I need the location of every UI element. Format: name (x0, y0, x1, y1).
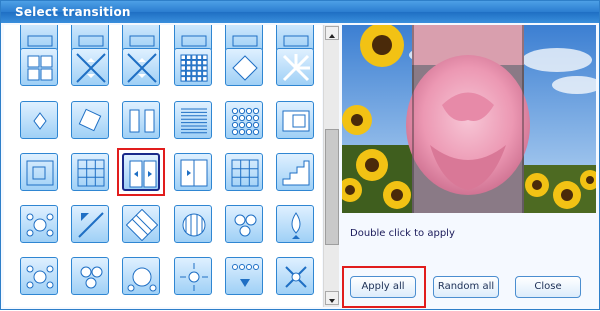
transition-tile[interactable] (225, 101, 263, 139)
transition-tile[interactable] (122, 257, 160, 295)
transition-tile[interactable] (20, 205, 58, 243)
transition-tile[interactable] (276, 205, 314, 243)
random-all-button[interactable]: Random all (433, 276, 499, 298)
transition-tile[interactable] (276, 48, 314, 86)
transition-tile[interactable] (71, 205, 109, 243)
arrow-up-icon (329, 34, 335, 38)
apply-all-highlight (342, 266, 426, 308)
transition-preview[interactable] (342, 25, 596, 213)
transition-tile[interactable] (225, 205, 263, 243)
transition-tile[interactable] (174, 205, 212, 243)
transition-tile[interactable] (71, 257, 109, 295)
transition-tile[interactable] (276, 153, 314, 191)
select-transition-dialog: Select transition Double click to apply … (0, 0, 600, 310)
transition-tile[interactable] (122, 205, 160, 243)
scroll-thumb[interactable] (325, 129, 339, 245)
transition-tile[interactable] (122, 101, 160, 139)
scroll-down-button[interactable] (325, 291, 339, 305)
transition-tile[interactable] (71, 101, 109, 139)
transition-tile[interactable] (20, 257, 58, 295)
close-button[interactable]: Close (515, 276, 581, 298)
transition-tile[interactable] (174, 257, 212, 295)
transition-tile[interactable] (225, 153, 263, 191)
selected-tile-highlight (117, 148, 165, 196)
scroll-up-button[interactable] (325, 26, 339, 40)
transition-tile[interactable] (174, 153, 212, 191)
transition-tile[interactable] (174, 48, 212, 86)
transition-tile[interactable] (276, 257, 314, 295)
apply-hint: Double click to apply (350, 228, 455, 239)
transition-tile[interactable] (71, 48, 109, 86)
transition-tile[interactable] (20, 101, 58, 139)
vertical-scrollbar[interactable] (323, 25, 339, 307)
transition-tile[interactable] (20, 153, 58, 191)
arrow-down-icon (329, 299, 335, 303)
transition-grid (4, 25, 322, 307)
transition-tile[interactable] (174, 101, 212, 139)
window-title: Select transition (15, 5, 131, 19)
transition-tile[interactable] (276, 101, 314, 139)
transition-tile[interactable] (225, 257, 263, 295)
transition-tile[interactable] (225, 48, 263, 86)
title-bar[interactable]: Select transition (1, 1, 599, 23)
transition-tile[interactable] (20, 48, 58, 86)
transition-tile[interactable] (122, 48, 160, 86)
transition-tile[interactable] (71, 153, 109, 191)
